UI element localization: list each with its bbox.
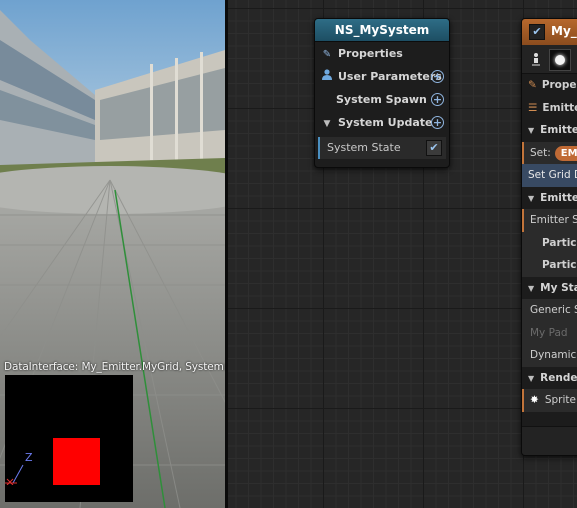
- data-interface-preview: Z: [5, 375, 133, 502]
- emitter-state-row[interactable]: Emitter S: [522, 209, 577, 232]
- emitter-update-label: Emitter: [540, 191, 577, 204]
- system-spawn-row[interactable]: System Spawn +: [315, 88, 449, 111]
- generic-row[interactable]: Generic S: [522, 299, 577, 322]
- user-parameters-label: User Parameters: [338, 70, 442, 83]
- collapse-triangle-icon[interactable]: ▼: [528, 278, 534, 301]
- system-update-label: System Update: [338, 116, 433, 129]
- emitter-thumbnail-icon: [549, 49, 571, 71]
- system-update-row[interactable]: ▼ System Update +: [315, 111, 449, 134]
- add-user-parameter-button[interactable]: +: [431, 70, 444, 83]
- preview-square: [53, 438, 100, 485]
- emitter-node-title: My_: [551, 24, 577, 38]
- emitter-properties-label: Propert: [541, 79, 577, 91]
- emitter-node[interactable]: ✔ My_ ✎Propert ☰Emitter ▼Emitter Set:EM …: [521, 18, 577, 456]
- my-pad-label: My Pad: [530, 326, 568, 339]
- emitter-summary-row[interactable]: ☰ Emitter: [522, 97, 577, 120]
- my-pad-row[interactable]: My Pad: [522, 321, 577, 344]
- list-icon: ☰: [528, 101, 538, 114]
- emitter-spawn-header[interactable]: ▼ Emitter: [522, 119, 577, 142]
- collapse-triangle-icon[interactable]: ▼: [528, 368, 534, 391]
- node-graph[interactable]: NS_MySystem ✎ Properties User Parameters …: [228, 0, 577, 508]
- collapse-triangle-icon[interactable]: ▼: [321, 113, 333, 136]
- my-stage-label: My Sta: [540, 281, 577, 294]
- sprite-icon: ✸: [530, 394, 539, 406]
- sprite-label: Sprite: [544, 394, 576, 406]
- set-grid-label: Set Grid D: [528, 169, 577, 181]
- system-state-label: System State: [327, 141, 401, 154]
- set-grid-row[interactable]: Set Grid D: [522, 164, 577, 187]
- axis-z-label: Z: [25, 451, 33, 464]
- emitter-icon-row: [522, 45, 577, 74]
- system-state-row[interactable]: System State ✔: [318, 137, 446, 159]
- system-node-title[interactable]: NS_MySystem: [315, 19, 449, 42]
- add-update-module-button[interactable]: +: [431, 116, 444, 129]
- emitter-spawn-label: Emitter: [540, 124, 577, 136]
- particle-label-2: Particle: [542, 259, 577, 271]
- particle-row-2[interactable]: Particle: [522, 254, 577, 277]
- emitter-enable-checkbox[interactable]: ✔: [529, 24, 545, 40]
- system-properties-label: Properties: [338, 47, 403, 60]
- set-label: Set:: [530, 146, 551, 159]
- preview-viewport[interactable]: DataInterface: My_Emitter.MyGrid, System…: [0, 0, 225, 508]
- system-properties-row[interactable]: ✎ Properties: [315, 42, 449, 65]
- sprite-renderer-row[interactable]: ✸ Sprite: [522, 389, 577, 412]
- emitter-node-title-bar[interactable]: ✔ My_: [522, 19, 577, 45]
- data-interface-label: DataInterface: My_Emitter.MyGrid, System…: [4, 361, 225, 373]
- emitter-update-header[interactable]: ▼ Emitter: [522, 186, 577, 211]
- emitter-summary-label: Emitter: [542, 101, 577, 114]
- emitter-figure-icon: [532, 53, 540, 66]
- user-icon: [321, 66, 333, 89]
- system-node[interactable]: NS_MySystem ✎ Properties User Parameters …: [314, 18, 450, 168]
- my-stage-header[interactable]: ▼ My Sta: [522, 276, 577, 301]
- particle-row-1[interactable]: Particle: [522, 231, 577, 254]
- collapse-triangle-icon[interactable]: ▼: [528, 188, 534, 211]
- pencil-icon: ✎: [528, 79, 537, 91]
- system-spawn-label: System Spawn: [336, 93, 427, 106]
- emitter-properties-row[interactable]: ✎ Propert: [522, 74, 577, 97]
- system-state-checkbox[interactable]: ✔: [426, 140, 442, 156]
- generic-label: Generic S: [530, 304, 577, 316]
- pencil-icon: ✎: [322, 49, 332, 60]
- dynamic-label: Dynamic: [530, 349, 577, 361]
- render-header[interactable]: ▼ Render: [522, 366, 577, 391]
- set-parameter-row[interactable]: Set: EM: [522, 141, 577, 164]
- user-parameters-row[interactable]: User Parameters +: [315, 65, 449, 88]
- emitter-footer: [522, 426, 577, 455]
- emitter-namespace-pill: EM: [554, 145, 577, 161]
- dynamic-row[interactable]: Dynamic: [522, 344, 577, 367]
- collapse-triangle-icon[interactable]: ▼: [528, 120, 534, 143]
- emitter-state-label: Emitter S: [530, 214, 577, 226]
- add-spawn-module-button[interactable]: +: [431, 93, 444, 106]
- particle-label-1: Particle: [542, 236, 577, 249]
- render-label: Render: [540, 371, 577, 384]
